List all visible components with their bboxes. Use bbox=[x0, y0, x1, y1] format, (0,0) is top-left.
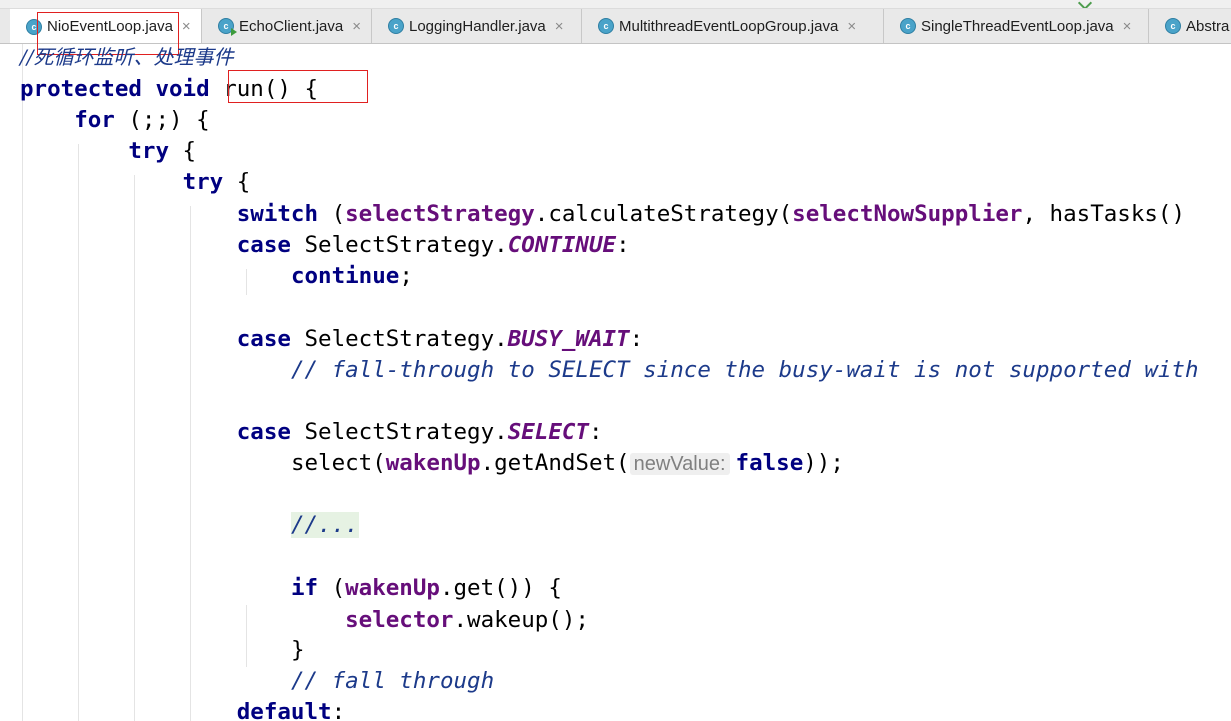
tab-nioeventloop[interactable]: c NioEventLoop.java × bbox=[10, 9, 202, 43]
constant-continue: CONTINUE bbox=[507, 232, 617, 258]
keyword-if: if bbox=[290, 575, 319, 601]
code-text: : bbox=[331, 699, 346, 721]
keyword-case: case bbox=[236, 419, 291, 445]
code-line-comment-fall-through: // fall through bbox=[20, 666, 494, 696]
close-icon[interactable]: × bbox=[1123, 18, 1132, 35]
code-line-default: default: bbox=[20, 697, 345, 721]
editor-tab-bar: c NioEventLoop.java × c EchoClient.java … bbox=[0, 9, 1231, 44]
close-icon[interactable]: × bbox=[352, 18, 361, 35]
java-class-icon: c bbox=[26, 18, 42, 35]
code-text: { bbox=[169, 138, 197, 164]
code-line-comment-fallthrough: // fall-through to SELECT since the busy… bbox=[20, 355, 1199, 385]
keyword-void: void bbox=[155, 76, 210, 102]
code-text: SelectStrategy. bbox=[290, 419, 508, 445]
code-comment: // fall through bbox=[290, 668, 495, 694]
tab-label: EchoClient.java bbox=[239, 17, 344, 35]
code-line-select-call: select(wakenUp.getAndSet(newValue: false)… bbox=[20, 448, 844, 478]
java-runnable-class-icon: c bbox=[218, 18, 237, 36]
field-selectnowsupplier: selectNowSupplier bbox=[792, 201, 1023, 227]
code-text: : bbox=[629, 326, 644, 352]
code-line-for: for (;;) { bbox=[20, 105, 210, 135]
tab-label: NioEventLoop.java bbox=[47, 18, 173, 35]
code-line-close-brace: } bbox=[20, 635, 305, 665]
code-line-method-signature: protected void run() { bbox=[20, 74, 318, 104]
keyword-continue: continue bbox=[290, 263, 400, 289]
code-text: .getAndSet( bbox=[480, 450, 630, 476]
close-icon[interactable]: × bbox=[182, 18, 191, 35]
code-editor[interactable]: //死循环监听、处理事件 protected void run() { for … bbox=[0, 44, 1231, 721]
keyword-case: case bbox=[236, 232, 291, 258]
tab-label: Abstra bbox=[1186, 17, 1230, 35]
code-line-continue: continue; bbox=[20, 261, 413, 291]
folded-code-region[interactable]: //... bbox=[290, 512, 359, 538]
constant-select: SELECT bbox=[507, 419, 589, 445]
code-comment: // fall-through to SELECT since the busy… bbox=[290, 357, 1199, 383]
java-class-icon: c bbox=[900, 18, 916, 34]
code-text: .calculateStrategy( bbox=[534, 201, 793, 227]
code-text: } bbox=[290, 637, 305, 663]
method-run: run() { bbox=[223, 76, 319, 102]
navigation-strip bbox=[0, 0, 1231, 9]
tab-label: LoggingHandler.java bbox=[409, 17, 546, 35]
keyword-default: default bbox=[236, 699, 332, 721]
code-text: )); bbox=[803, 450, 844, 476]
tab-label: SingleThreadEventLoop.java bbox=[921, 17, 1114, 35]
keyword-false: false bbox=[735, 450, 804, 476]
code-text: : bbox=[616, 232, 630, 258]
close-icon[interactable]: × bbox=[847, 18, 856, 35]
code-text: ; bbox=[399, 263, 413, 289]
code-line-switch: switch (selectStrategy.calculateStrategy… bbox=[20, 199, 1185, 229]
tab-label: MultithreadEventLoopGroup.java bbox=[619, 17, 839, 35]
code-text: : bbox=[588, 419, 603, 445]
code-line-case-select: case SelectStrategy.SELECT: bbox=[20, 417, 603, 447]
code-text: .get()) { bbox=[439, 575, 562, 601]
field-wakenup: wakenUp bbox=[385, 450, 481, 476]
code-line-selector-wakeup: selector.wakeup(); bbox=[20, 605, 589, 635]
parameter-hint: newValue: bbox=[629, 453, 730, 475]
field-wakenup: wakenUp bbox=[345, 575, 440, 601]
code-text: (;;) { bbox=[114, 107, 210, 133]
code-line-comment-cn: //死循环监听、处理事件 bbox=[20, 45, 234, 69]
code-text: SelectStrategy. bbox=[290, 326, 508, 352]
keyword-case: case bbox=[236, 326, 291, 352]
code-text: SelectStrategy. bbox=[290, 232, 508, 258]
code-text: .wakeup(); bbox=[453, 607, 589, 633]
tab-abstra[interactable]: c Abstra bbox=[1149, 9, 1231, 43]
tab-multithreadeventloopgroup[interactable]: c MultithreadEventLoopGroup.java × bbox=[582, 9, 884, 43]
keyword-try: try bbox=[128, 138, 170, 164]
code-line-case-continue: case SelectStrategy.CONTINUE: bbox=[20, 230, 630, 260]
field-selectstrategy: selectStrategy bbox=[345, 201, 535, 227]
tab-echoclient[interactable]: c EchoClient.java × bbox=[202, 9, 372, 43]
check-icon bbox=[1077, 0, 1093, 8]
code-text: ( bbox=[318, 575, 346, 601]
java-class-icon: c bbox=[388, 18, 404, 34]
code-text: { bbox=[223, 169, 251, 195]
code-line-try-inner: try { bbox=[20, 167, 251, 197]
code-text: select( bbox=[290, 450, 386, 476]
tab-singlethreadeventloop[interactable]: c SingleThreadEventLoop.java × bbox=[884, 9, 1149, 43]
field-selector: selector bbox=[345, 607, 454, 633]
tab-logginghandler[interactable]: c LoggingHandler.java × bbox=[372, 9, 582, 43]
keyword-try: try bbox=[182, 169, 224, 195]
java-class-icon: c bbox=[598, 18, 614, 34]
close-icon[interactable]: × bbox=[555, 18, 564, 35]
keyword-switch: switch bbox=[236, 201, 319, 227]
code-line-try-outer: try { bbox=[20, 136, 196, 166]
code-text: , hasTasks() bbox=[1022, 201, 1186, 227]
code-line-if: if (wakenUp.get()) { bbox=[20, 573, 562, 603]
java-class-icon: c bbox=[1165, 18, 1181, 34]
code-line-folded: //... bbox=[20, 510, 359, 540]
code-text: ( bbox=[318, 201, 346, 227]
constant-busy-wait: BUSY_WAIT bbox=[507, 326, 630, 352]
keyword-for: for bbox=[74, 107, 115, 133]
keyword-protected: protected bbox=[20, 76, 142, 102]
code-line-case-busy-wait: case SelectStrategy.BUSY_WAIT: bbox=[20, 324, 643, 354]
